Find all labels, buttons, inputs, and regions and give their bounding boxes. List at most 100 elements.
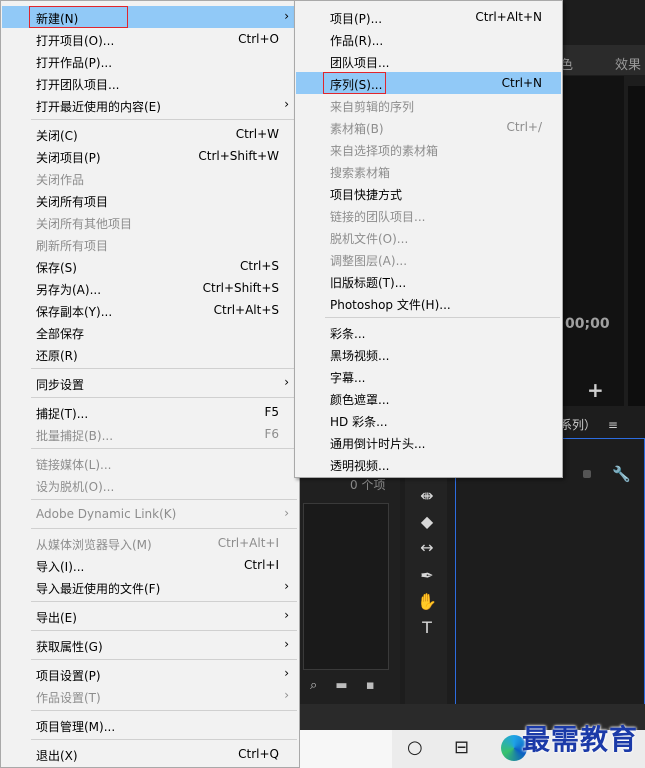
slip-icon[interactable]: ↔ — [417, 538, 437, 558]
file-menu-item-label: 项目设置(P) — [36, 669, 101, 683]
new-submenu-item-label: 字幕... — [330, 371, 366, 385]
file-menu-item-14[interactable]: 全部保存 — [2, 321, 298, 343]
new-submenu-item-15[interactable]: 黑场视频... — [296, 343, 561, 365]
file-menu-item-16[interactable]: 同步设置 › — [2, 372, 298, 394]
file-menu-item-shortcut: Ctrl+Alt+S — [213, 303, 279, 317]
file-menu-item-20: 设为脱机(O)... — [2, 474, 298, 496]
file-menu-item-shortcut: Ctrl+S — [239, 259, 279, 273]
pen-icon[interactable]: ✒ — [417, 566, 437, 586]
new-submenu-item-label: 透明视频... — [330, 459, 390, 473]
file-menu-item-shortcut: Ctrl+Alt+I — [217, 536, 279, 550]
file-menu-item-25[interactable]: 导出(E) › — [2, 605, 298, 627]
file-menu-item-26[interactable]: 获取属性(G) › — [2, 634, 298, 656]
file-menu-item-shortcut: F5 — [264, 405, 279, 419]
hand-icon[interactable]: ✋ — [417, 592, 437, 612]
menu-separator — [31, 368, 297, 369]
new-submenu-item-label: 搜索素材箱 — [330, 166, 391, 180]
file-menu-item-label: 导入最近使用的文件(F) — [36, 582, 161, 596]
file-menu-item-7: 关闭作品 — [2, 167, 298, 189]
file-menu-item-label: 批量捕捉(B)... — [36, 429, 114, 443]
new-submenu-item-13[interactable]: Photoshop 文件(H)... — [296, 292, 561, 314]
new-submenu-item-0[interactable]: 项目(P)... Ctrl+Alt+N — [296, 6, 561, 28]
new-item-icon[interactable]: ▪ — [366, 678, 375, 693]
file-menu-item-28: 作品设置(T) › — [2, 685, 298, 707]
new-submenu-item-17[interactable]: 颜色遮罩... — [296, 387, 561, 409]
new-submenu-item-19[interactable]: 通用倒计时片头... — [296, 431, 561, 453]
new-submenu-item-label: 旧版标题(T)... — [330, 276, 407, 290]
razor-icon[interactable]: ◆ — [417, 512, 437, 532]
new-submenu-item-8[interactable]: 项目快捷方式 — [296, 182, 561, 204]
file-menu-item-label: 从媒体浏览器导入(M) — [36, 538, 152, 552]
file-menu-item-4[interactable]: 打开最近使用的内容(E) › — [2, 94, 298, 116]
file-menu-item-29[interactable]: 项目管理(M)... — [2, 714, 298, 736]
sequence-tab[interactable]: 系列） ≡ — [560, 416, 645, 438]
file-menu-item-18: 批量捕捉(B)... F6 — [2, 423, 298, 445]
file-menu-item-shortcut: Ctrl+O — [238, 32, 279, 46]
file-menu-item-1[interactable]: 打开项目(O)... Ctrl+O — [2, 28, 298, 50]
file-menu-item-label: 另存为(A)... — [36, 283, 102, 297]
file-menu-item-shortcut: Ctrl+Q — [238, 747, 279, 761]
search-icon[interactable]: ⌕ — [310, 678, 317, 693]
file-menu-item-8[interactable]: 关闭所有项目 — [2, 189, 298, 211]
file-menu-item-13[interactable]: 保存副本(Y)... Ctrl+Alt+S — [2, 299, 298, 321]
chevron-right-icon: › — [284, 97, 289, 111]
menu-separator — [31, 659, 297, 660]
chevron-right-icon: › — [284, 666, 289, 680]
new-submenu-item-16[interactable]: 字幕... — [296, 365, 561, 387]
new-submenu-item-label: 来自选择项的素材箱 — [330, 144, 439, 158]
menu-separator — [31, 448, 297, 449]
add-button[interactable]: + — [587, 378, 604, 402]
program-monitor-edge — [628, 86, 645, 406]
new-submenu-item-20[interactable]: 透明视频... — [296, 453, 561, 475]
file-menu-item-label: Adobe Dynamic Link(K) — [36, 507, 177, 521]
file-menu-item-label: 关闭项目(P) — [36, 151, 101, 165]
taskbar-search-area[interactable] — [300, 730, 392, 768]
file-menu-item-label: 保存(S) — [36, 261, 77, 275]
file-menu-item-label: 关闭(C) — [36, 129, 78, 143]
file-menu-item-label: 作品设置(T) — [36, 691, 101, 705]
file-menu-item-2[interactable]: 打开作品(P)... — [2, 50, 298, 72]
file-menu-item-label: 设为脱机(O)... — [36, 480, 115, 494]
file-menu-item-27[interactable]: 项目设置(P) › — [2, 663, 298, 685]
new-submenu-item-label: 通用倒计时片头... — [330, 437, 426, 451]
file-menu: 新建(N) › 打开项目(O)... Ctrl+O 打开作品(P)... 打开团队项目..… — [0, 0, 300, 768]
chevron-right-icon: › — [284, 637, 289, 651]
file-menu-item-23[interactable]: 导入(I)... Ctrl+I — [2, 554, 298, 576]
new-submenu-item-2[interactable]: 团队项目... — [296, 50, 561, 72]
file-menu-item-label: 打开作品(P)... — [36, 56, 113, 70]
file-menu-item-3[interactable]: 打开团队项目... — [2, 72, 298, 94]
type-icon[interactable]: T — [417, 618, 437, 638]
file-menu-item-15[interactable]: 还原(R) — [2, 343, 298, 365]
chevron-right-icon: › — [284, 608, 289, 622]
new-submenu-item-label: 来自剪辑的序列 — [330, 100, 415, 114]
menu-separator — [31, 119, 297, 120]
new-submenu-item-18[interactable]: HD 彩条... — [296, 409, 561, 431]
file-menu-item-5[interactable]: 关闭(C) Ctrl+W — [2, 123, 298, 145]
menu-separator — [31, 528, 297, 529]
panel-tab-effects[interactable]: 效果 — [615, 54, 641, 73]
panel-menu-icon[interactable]: ≡ — [608, 418, 618, 432]
new-submenu-item-label: 脱机文件(O)... — [330, 232, 409, 246]
task-view-icon[interactable]: ⊟ — [454, 737, 469, 758]
file-menu-item-17[interactable]: 捕捉(T)... F5 — [2, 401, 298, 423]
file-menu-item-label: 链接媒体(L)... — [36, 458, 112, 472]
new-submenu-item-4: 来自剪辑的序列 — [296, 94, 561, 116]
new-submenu-item-1[interactable]: 作品(R)... — [296, 28, 561, 50]
file-menu-item-11[interactable]: 保存(S) Ctrl+S — [2, 255, 298, 277]
file-menu-item-6[interactable]: 关闭项目(P) Ctrl+Shift+W — [2, 145, 298, 167]
file-menu-item-shortcut: Ctrl+Shift+S — [202, 281, 279, 295]
timeline-panel[interactable] — [455, 438, 645, 706]
new-submenu-item-12[interactable]: 旧版标题(T)... — [296, 270, 561, 292]
file-menu-item-24[interactable]: 导入最近使用的文件(F) › — [2, 576, 298, 598]
new-submenu-item-shortcut: Ctrl+/ — [506, 120, 542, 134]
menu-separator — [31, 630, 297, 631]
file-menu-item-12[interactable]: 另存为(A)... Ctrl+Shift+S — [2, 277, 298, 299]
track-select-icon[interactable]: ⇼ — [417, 486, 437, 506]
cortana-icon[interactable]: ○ — [407, 737, 423, 758]
new-submenu-item-9: 链接的团队项目... — [296, 204, 561, 226]
folder-icon[interactable]: ▬ — [335, 678, 347, 693]
project-bin-view[interactable] — [303, 503, 389, 670]
new-submenu-item-14[interactable]: 彩条... — [296, 321, 561, 343]
file-menu-item-label: 关闭作品 — [36, 173, 85, 187]
file-menu-item-30[interactable]: 退出(X) Ctrl+Q — [2, 743, 298, 765]
